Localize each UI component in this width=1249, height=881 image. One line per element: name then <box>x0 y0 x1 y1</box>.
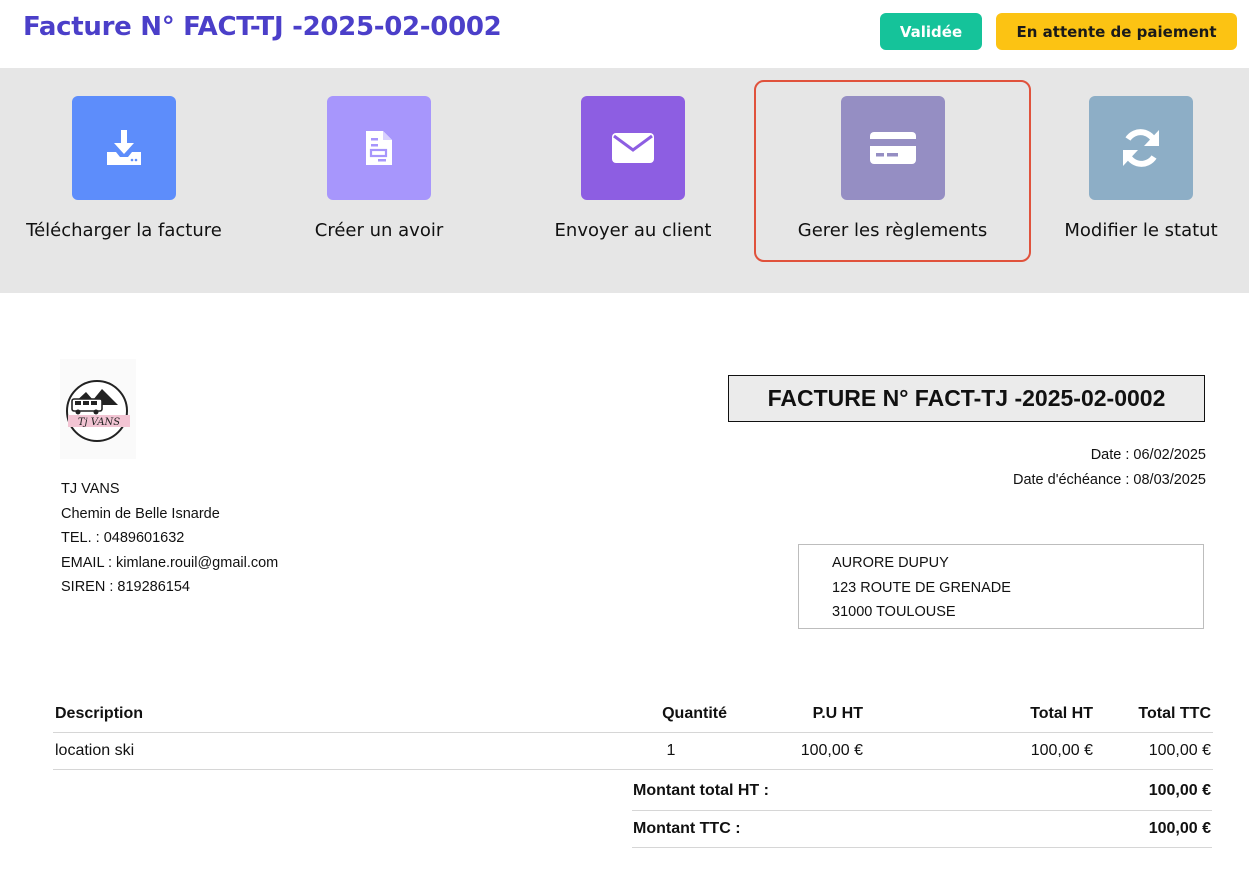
invoice-date: Date : 06/02/2025 <box>1090 447 1206 463</box>
invoice-dates: Date : 06/02/2025 Date d'échéance : 08/0… <box>1013 443 1206 492</box>
total-ttc-value: 100,00 € <box>1027 810 1212 848</box>
client-city: 31000 TOULOUSE <box>832 604 956 620</box>
table-header-row: Description Quantité P.U HT Total HT Tot… <box>53 696 1213 733</box>
total-ttc-row: Montant TTC : 100,00 € <box>632 810 1212 848</box>
create-credit-note-button[interactable]: Créer un avoir <box>241 80 517 262</box>
invoice-due-date: Date d'échéance : 08/03/2025 <box>1012 471 1206 488</box>
download-invoice-label: Télécharger la facture <box>26 220 222 241</box>
send-tile <box>581 96 685 200</box>
page-header: Facture N° FACT-TJ -2025-02-0002 Validée… <box>0 0 1249 68</box>
total-ttc-label: Montant TTC : <box>632 810 1028 848</box>
invoice-totals: Montant total HT : 100,00 € Montant TTC … <box>632 773 1212 848</box>
column-header-description: Description <box>53 696 613 733</box>
item-total-ttc: 100,00 € <box>1095 732 1213 770</box>
create-credit-note-label: Créer un avoir <box>314 220 444 241</box>
column-header-total-ht: Total HT <box>865 696 1095 733</box>
credit-card-icon <box>869 132 916 164</box>
total-ht-label: Montant total HT : <box>632 773 1028 811</box>
invoice-items-table: Description Quantité P.U HT Total HT Tot… <box>53 696 1213 770</box>
item-unit-price: 100,00 € <box>729 732 865 770</box>
total-ht-value: 100,00 € <box>1027 773 1212 811</box>
column-header-total-ttc: Total TTC <box>1095 696 1213 733</box>
item-description: location ski <box>53 732 613 770</box>
status-badge-payment: En attente de paiement <box>996 13 1237 50</box>
change-status-button[interactable]: Modifier le statut <box>1003 80 1249 262</box>
table-row: location ski 1 100,00 € 100,00 € 100,00 … <box>53 732 1213 770</box>
action-toolbar: Télécharger la facture Créer un avoir En… <box>0 68 1249 293</box>
client-address-box: AURORE DUPUY 123 ROUTE DE GRENADE 31000 … <box>798 544 1204 629</box>
column-header-unit-price: P.U HT <box>729 696 865 733</box>
document-icon <box>366 131 392 165</box>
manage-payments-label: Gerer les règlements <box>797 220 988 241</box>
client-name: AURORE DUPUY <box>832 555 949 571</box>
company-siren: SIREN : 819286154 <box>61 579 190 595</box>
envelope-icon <box>612 133 654 163</box>
client-street: 123 ROUTE DE GRENADE <box>832 579 1011 596</box>
download-invoice-button[interactable]: Télécharger la facture <box>0 80 262 262</box>
refresh-icon <box>1123 129 1159 167</box>
logo-text: Tj VANS <box>78 417 120 428</box>
company-info: TJ VANS Chemin de Belle Isnarde TEL. : 0… <box>61 477 278 600</box>
item-total-ht: 100,00 € <box>865 732 1095 770</box>
send-to-client-button[interactable]: Envoyer au client <box>495 80 771 262</box>
company-logo: Tj VANS <box>60 359 136 459</box>
item-quantity: 1 <box>613 732 729 770</box>
payments-tile <box>840 96 945 200</box>
company-name: TJ VANS <box>61 481 120 497</box>
credit-note-tile <box>327 96 431 200</box>
change-status-label: Modifier le statut <box>1064 220 1218 241</box>
download-icon <box>107 130 141 165</box>
page-title: Facture N° FACT-TJ -2025-02-0002 <box>23 12 502 42</box>
status-tile <box>1089 96 1193 200</box>
manage-payments-button[interactable]: Gerer les règlements <box>754 80 1031 262</box>
invoice-document: Tj VANS TJ VANS Chemin de Belle Isnarde … <box>0 293 1249 881</box>
company-email: EMAIL : kimlane.rouil@gmail.com <box>61 554 279 571</box>
company-tel: TEL. : 0489601632 <box>61 530 185 546</box>
send-to-client-label: Envoyer au client <box>554 220 712 241</box>
total-ht-row: Montant total HT : 100,00 € <box>632 773 1212 811</box>
download-tile <box>72 96 176 200</box>
invoice-title: FACTURE N° FACT-TJ -2025-02-0002 <box>728 375 1205 422</box>
company-address: Chemin de Belle Isnarde <box>61 505 220 522</box>
column-header-quantity: Quantité <box>613 696 729 733</box>
status-badge-validated: Validée <box>880 13 982 50</box>
